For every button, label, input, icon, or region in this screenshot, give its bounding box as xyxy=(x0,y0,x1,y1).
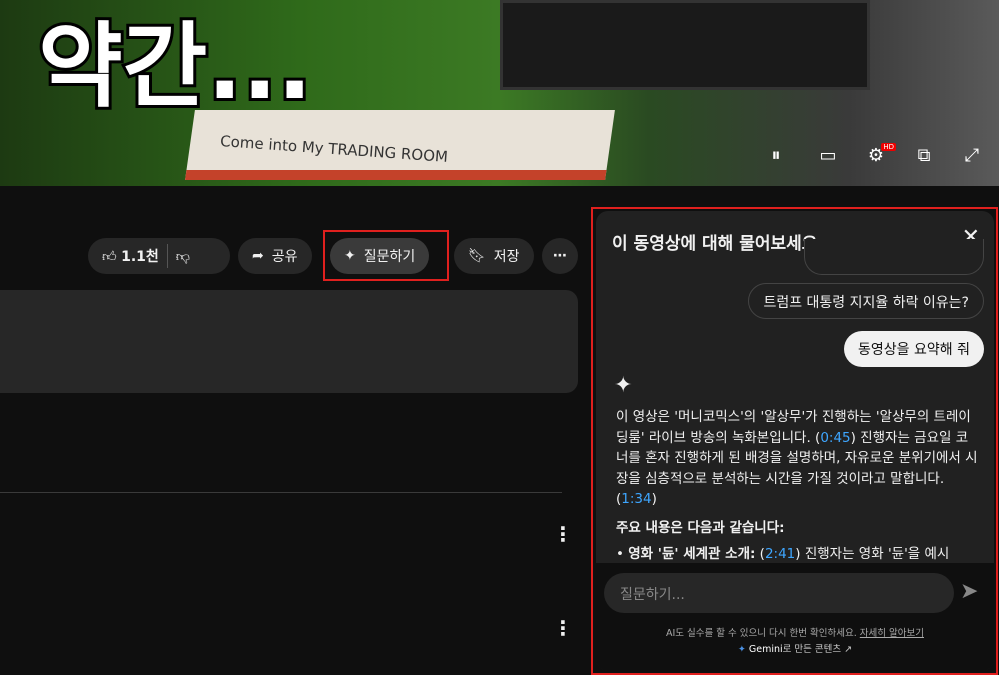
comment-menu-icon[interactable]: ⋮ xyxy=(553,522,573,546)
share-label: 공유 xyxy=(271,249,298,265)
like-button[interactable]: 👍︎ 1.1천 xyxy=(102,246,159,266)
more-actions-button[interactable]: ⋯ xyxy=(542,238,578,274)
divider xyxy=(0,492,562,493)
video-player[interactable]: Come into My TRADING ROOM 약간... ⏸ ▭ ⚙ HD … xyxy=(0,0,999,186)
autoplay-toggle[interactable]: ⏸ xyxy=(762,145,790,169)
bookmark-icon: 🔖︎ xyxy=(468,248,486,264)
save-label: 저장 xyxy=(493,249,520,265)
hd-badge: HD xyxy=(881,143,896,151)
theater-mode-icon[interactable]: ⧉ xyxy=(910,145,938,169)
settings-icon[interactable]: ⚙ HD xyxy=(862,143,896,169)
video-monitor xyxy=(500,0,870,90)
highlight-box xyxy=(323,230,449,281)
divider xyxy=(166,244,168,268)
share-icon: ➦ xyxy=(252,248,264,264)
description-box[interactable] xyxy=(0,290,578,393)
share-button[interactable]: ➦ 공유 xyxy=(238,238,312,274)
video-overlay-text: 약간... xyxy=(35,10,315,123)
like-count: 1.1천 xyxy=(121,249,159,265)
fullscreen-icon[interactable]: ⤢ xyxy=(958,145,986,169)
dislike-button[interactable]: 👎︎ xyxy=(176,248,190,265)
save-button[interactable]: 🔖︎ 저장 xyxy=(454,238,534,274)
comment-menu-icon[interactable]: ⋮ xyxy=(553,616,573,640)
like-dislike-group: 👍︎ 1.1천 👎︎ xyxy=(88,238,230,274)
subtitles-icon[interactable]: ▭ xyxy=(814,145,842,169)
highlight-box xyxy=(591,207,998,675)
